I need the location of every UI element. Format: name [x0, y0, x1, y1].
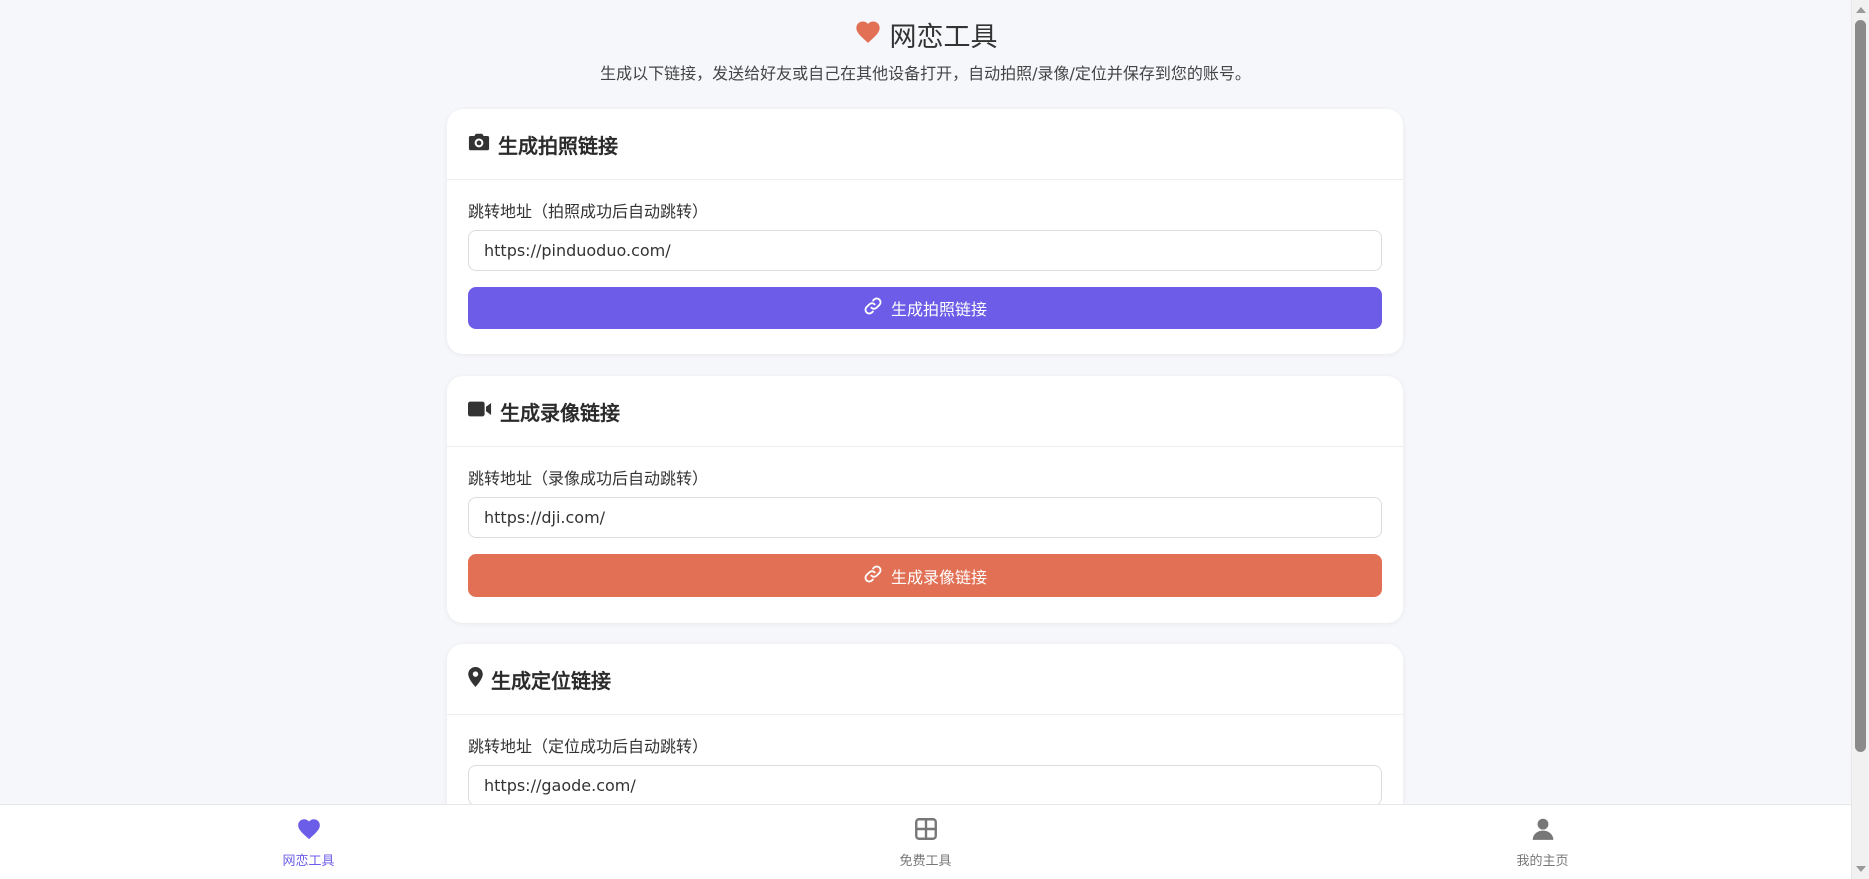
camera-icon	[468, 132, 490, 156]
page-header: 网恋工具 生成以下链接，发送给好友或自己在其他设备打开，自动拍照/录像/定位并保…	[0, 16, 1851, 84]
card-body: 跳转地址（拍照成功后自动跳转） 生成拍照链接	[447, 180, 1403, 350]
redirect-url-label: 跳转地址（拍照成功后自动跳转）	[468, 202, 709, 221]
heart-icon	[296, 816, 322, 846]
nav-label: 免费工具	[899, 853, 952, 869]
card-title: 生成录像链接	[500, 400, 620, 425]
button-label: 生成拍照链接	[890, 300, 987, 319]
redirect-url-input[interactable]	[468, 230, 1382, 271]
title-row: 网恋工具	[0, 16, 1851, 53]
generate-video-link-button[interactable]: 生成录像链接	[468, 554, 1382, 597]
card-header: 生成定位链接	[447, 644, 1403, 715]
heart-icon	[854, 18, 882, 50]
redirect-url-input[interactable]	[468, 765, 1382, 806]
card-title: 生成定位链接	[491, 668, 611, 693]
nav-item-dating-tools[interactable]: 网恋工具	[0, 805, 617, 879]
page-subtitle: 生成以下链接，发送给好友或自己在其他设备打开，自动拍照/录像/定位并保存到您的账…	[600, 64, 1251, 83]
scroll-down-arrow-icon[interactable]	[1856, 866, 1866, 872]
redirect-url-input[interactable]	[468, 497, 1382, 538]
photo-link-card: 生成拍照链接 跳转地址（拍照成功后自动跳转） 生成拍照链接	[447, 109, 1403, 354]
nav-label: 网恋工具	[282, 853, 335, 869]
card-body: 跳转地址（录像成功后自动跳转） 生成录像链接	[447, 447, 1403, 618]
link-icon	[863, 296, 883, 320]
map-pin-icon	[468, 667, 483, 691]
redirect-url-label: 跳转地址（定位成功后自动跳转）	[468, 737, 709, 756]
redirect-url-label: 跳转地址（录像成功后自动跳转）	[468, 469, 709, 488]
scroll-up-arrow-icon[interactable]	[1856, 7, 1866, 13]
card-header: 生成录像链接	[447, 376, 1403, 447]
page-scrollbar[interactable]	[1851, 0, 1869, 879]
scrollbar-thumb[interactable]	[1855, 20, 1866, 752]
nav-item-free-tools[interactable]: 免费工具	[617, 805, 1234, 879]
button-label: 生成录像链接	[890, 567, 987, 587]
card-title: 生成拍照链接	[498, 133, 618, 158]
page: 网恋工具 生成以下链接，发送给好友或自己在其他设备打开，自动拍照/录像/定位并保…	[0, 0, 1869, 879]
page-title: 网恋工具	[889, 21, 998, 53]
generate-photo-link-button[interactable]: 生成拍照链接	[468, 287, 1382, 329]
grid-icon	[913, 816, 939, 846]
link-icon	[863, 564, 883, 588]
card-header: 生成拍照链接	[447, 109, 1403, 180]
nav-label: 我的主页	[1516, 853, 1569, 869]
nav-item-my-profile[interactable]: 我的主页	[1234, 805, 1851, 879]
video-link-card: 生成录像链接 跳转地址（录像成功后自动跳转） 生成录像链接	[447, 376, 1403, 623]
bottom-nav: 网恋工具 免费工具 我的主页	[0, 804, 1851, 879]
video-camera-icon	[468, 399, 492, 423]
user-icon	[1530, 816, 1556, 846]
